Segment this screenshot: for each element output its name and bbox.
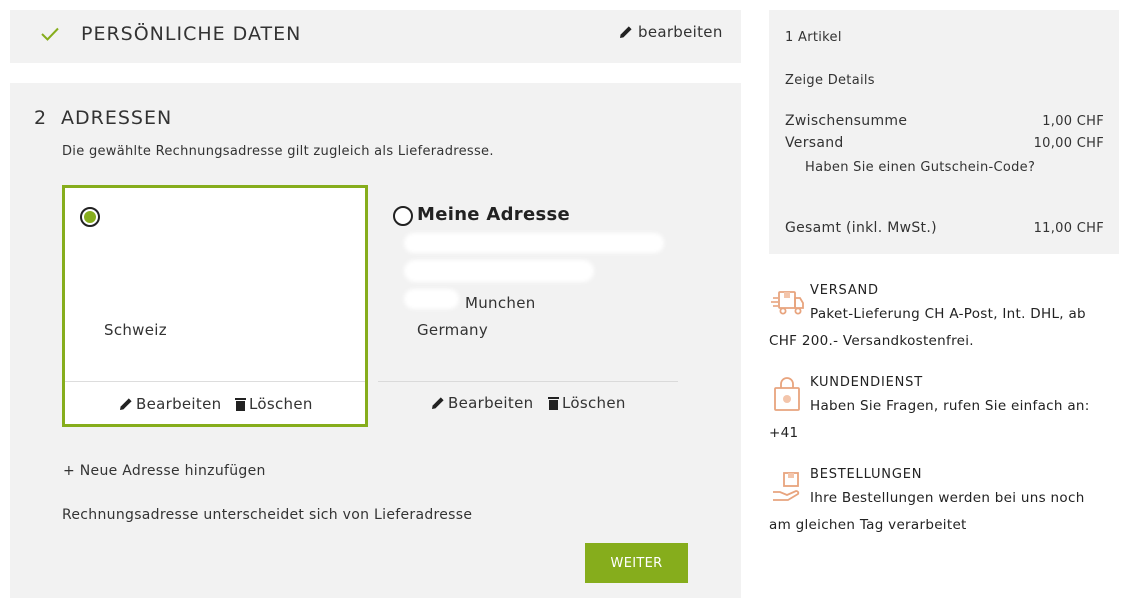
address-card-selected[interactable]: Schweiz Bearbeiten Löschen [62,185,368,427]
show-details-link[interactable]: Zeige Details [785,73,875,88]
service-title-orders: BESTELLUNGEN [810,467,923,482]
personal-data-title: PERSÖNLICHE DATEN [81,23,302,45]
delete-address-label: Löschen [562,394,626,412]
subtotal-value: 1,00 CHF [1042,114,1104,129]
service-text-support: Haben Sie Fragen, rufen Sie einfach an: … [769,398,1090,441]
delete-address-label: Löschen [249,395,313,413]
edit-address-button[interactable]: Bearbeiten [431,394,533,412]
service-text-orders: Ihre Bestellungen werden bei uns noch am… [769,490,1085,533]
pencil-icon [120,398,132,410]
order-summary [769,10,1119,254]
add-address-link[interactable]: + Neue Adresse hinzufügen [63,463,266,479]
address-radio-selected[interactable] [80,207,100,227]
service-title-shipping: VERSAND [810,283,879,298]
edit-address-button[interactable]: Bearbeiten [119,395,221,413]
delete-address-button[interactable]: Löschen [548,394,626,412]
address-city: Munchen [465,294,536,312]
service-text-shipping: Paket-Lieferung CH A-Post, Int. DHL, ab … [769,306,1086,349]
pencil-icon [432,397,444,409]
service-title-support: KUNDENDIENST [810,375,923,390]
addresses-hint: Die gewählte Rechnungsadresse gilt zugle… [62,144,494,159]
shipping-label: Versand [785,135,844,151]
edit-address-label: Bearbeiten [136,395,222,413]
items-count: 1 Artikel [785,30,842,45]
redacted-address [404,233,664,253]
pencil-icon [620,26,632,38]
address-name: Meine Adresse [417,204,571,225]
delete-address-button[interactable]: Löschen [235,395,313,413]
next-button[interactable]: WEITER [585,543,688,583]
step-number: 2 [34,107,48,129]
address-radio[interactable] [393,206,413,226]
card-divider [378,381,678,382]
total-value: 11,00 CHF [1033,221,1104,236]
redacted-address [404,289,459,309]
check-icon [41,27,59,41]
redacted-address [404,260,594,282]
subtotal-label: Zwischensumme [785,113,908,129]
address-country: Schweiz [104,321,167,339]
address-country: Germany [417,321,489,339]
edit-personal-data-label: bearbeiten [638,23,723,41]
addresses-title: ADRESSEN [61,107,173,129]
trash-icon [548,397,559,410]
shipping-value: 10,00 CHF [1033,136,1104,151]
different-billing-address-link[interactable]: Rechnungsadresse unterscheidet sich von … [62,507,472,523]
edit-address-label: Bearbeiten [448,394,534,412]
coupon-link[interactable]: Haben Sie einen Gutschein-Code? [805,160,1035,175]
address-card[interactable]: Meine Adresse Munchen Germany Bearbeiten… [378,185,678,427]
edit-personal-data-link[interactable]: bearbeiten [619,23,723,41]
trash-icon [235,398,246,411]
card-divider [65,381,365,382]
total-label: Gesamt (inkl. MwSt.) [785,220,937,236]
